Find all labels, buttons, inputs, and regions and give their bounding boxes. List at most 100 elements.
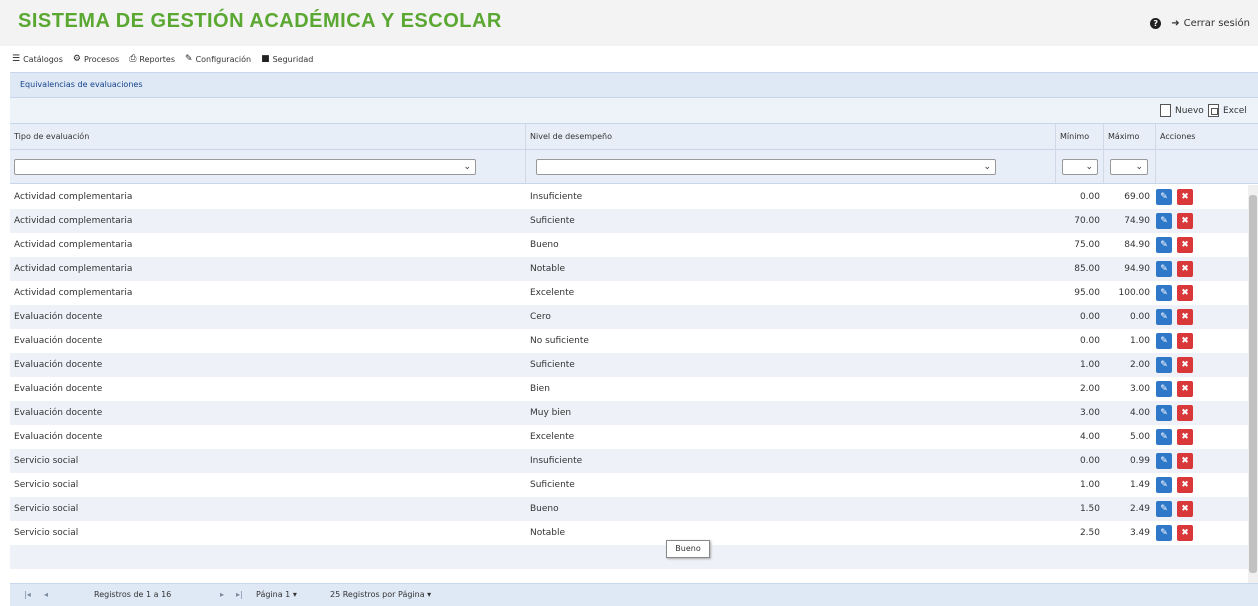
edit-button[interactable]: ✎ [1156,261,1172,277]
excel-button[interactable]: Excel [1208,104,1247,117]
table-row[interactable]: Servicio social Notable 2.50 3.49 ✎ ✖ [10,521,1248,545]
edit-button[interactable]: ✎ [1156,525,1172,541]
new-button[interactable]: Nuevo [1160,104,1204,117]
table-row[interactable]: Actividad complementaria Excelente 95.00… [10,281,1248,305]
table-row[interactable]: Evaluación docente Excelente 4.00 5.00 ✎… [10,425,1248,449]
table-row[interactable]: Servicio social Bueno 1.50 2.49 ✎ ✖ [10,497,1248,521]
menu-item-procesos[interactable]: ⚙ Procesos [73,52,119,66]
delete-button[interactable]: ✖ [1177,501,1193,517]
cell-min: 0.00 [1079,192,1100,202]
last-page-button[interactable]: ▸| [236,590,243,599]
table-row[interactable]: Actividad complementaria Bueno 75.00 84.… [10,233,1248,257]
cell-tipo: Servicio social [14,456,79,466]
table-row[interactable]: Evaluación docente Bien 2.00 3.00 ✎ ✖ [10,377,1248,401]
edit-button[interactable]: ✎ [1156,285,1172,301]
menu-label: Reportes [139,54,176,64]
table-row[interactable]: Evaluación docente Muy bien 3.00 4.00 ✎ … [10,401,1248,425]
edit-button[interactable]: ✎ [1156,213,1172,229]
page-selector[interactable]: Página 1 ▾ [256,590,297,599]
delete-button[interactable]: ✖ [1177,285,1193,301]
edit-button[interactable]: ✎ [1156,189,1172,205]
next-page-button[interactable]: ▸ [220,590,224,599]
table-row[interactable]: Evaluación docente Suficiente 1.00 2.00 … [10,353,1248,377]
filter-max-select[interactable]: ⌄ [1110,159,1148,175]
vertical-scrollbar[interactable] [1248,185,1258,583]
table-row[interactable]: Evaluación docente No suficiente 0.00 1.… [10,329,1248,353]
cell-tipo: Evaluación docente [14,312,103,322]
table-row-partial[interactable] [10,545,1248,569]
filter-min-select[interactable]: ⌄ [1062,159,1098,175]
scrollbar-thumb[interactable] [1249,195,1257,573]
column-header-tipo[interactable]: Tipo de evaluación [10,124,526,150]
delete-button[interactable]: ✖ [1177,405,1193,421]
column-header-min[interactable]: Mínimo [1056,124,1104,150]
delete-button[interactable]: ✖ [1177,213,1193,229]
filter-nivel-select[interactable]: ⌄ [536,159,996,175]
cell-max: 84.90 [1124,240,1150,250]
column-header-nivel[interactable]: Nivel de desempeño [526,124,1056,150]
cell-nivel: Notable [530,528,566,538]
edit-button[interactable]: ✎ [1156,429,1172,445]
table-row[interactable]: Actividad complementaria Insuficiente 0.… [10,185,1248,209]
cell-nivel: Suficiente [530,216,575,226]
edit-button[interactable]: ✎ [1156,477,1172,493]
prev-page-button[interactable]: ◂ [44,590,48,599]
cell-min: 3.00 [1079,408,1100,418]
delete-button[interactable]: ✖ [1177,333,1193,349]
table-row[interactable]: Servicio social Suficiente 1.00 1.49 ✎ ✖ [10,473,1248,497]
edit-button[interactable]: ✎ [1156,309,1172,325]
delete-button[interactable]: ✖ [1177,357,1193,373]
cell-max: 0.99 [1129,456,1150,466]
edit-button[interactable]: ✎ [1156,501,1172,517]
cell-tipo: Actividad complementaria [14,264,133,274]
delete-button[interactable]: ✖ [1177,525,1193,541]
cell-nivel: Cero [530,312,551,322]
delete-button[interactable]: ✖ [1177,429,1193,445]
header-actions: ? ➜ Cerrar sesión [1150,18,1250,29]
delete-button[interactable]: ✖ [1177,453,1193,469]
edit-button[interactable]: ✎ [1156,357,1172,373]
cell-tipo: Evaluación docente [14,336,103,346]
edit-button[interactable]: ✎ [1156,333,1172,349]
panel-title: Equivalencias de evaluaciones [20,80,143,89]
menu-item-seguridad[interactable]: ■ Seguridad [261,52,313,66]
delete-button[interactable]: ✖ [1177,261,1193,277]
logout-button[interactable]: ➜ Cerrar sesión [1171,18,1250,29]
edit-button[interactable]: ✎ [1156,405,1172,421]
cell-max: 0.00 [1129,312,1150,322]
cell-max: 2.49 [1129,504,1150,514]
menu-label: Configuración [195,54,252,64]
app-title: SISTEMA DE GESTIÓN ACADÉMICA Y ESCOLAR [18,10,502,32]
menu-item-catalogos[interactable]: ☰ Catálogos [12,52,63,66]
edit-button[interactable]: ✎ [1156,237,1172,253]
menu-item-configuracion[interactable]: ✎ Configuración [185,52,251,66]
list-icon: ☰ [12,54,21,64]
delete-button[interactable]: ✖ [1177,381,1193,397]
help-icon[interactable]: ? [1150,18,1162,29]
filter-tipo-select[interactable]: ⌄ [14,159,476,175]
table-row[interactable]: Evaluación docente Cero 0.00 0.00 ✎ ✖ [10,305,1248,329]
delete-button[interactable]: ✖ [1177,309,1193,325]
grid-toolbar: Nuevo Excel [10,98,1258,124]
first-page-button[interactable]: |◂ [24,590,31,599]
table-row[interactable]: Actividad complementaria Suficiente 70.0… [10,209,1248,233]
delete-button[interactable]: ✖ [1177,237,1193,253]
page-size-selector[interactable]: 25 Registros por Página ▾ [330,590,431,599]
cell-max: 3.00 [1129,384,1150,394]
new-document-icon [1160,104,1171,117]
delete-button[interactable]: ✖ [1177,477,1193,493]
column-header-max[interactable]: Máximo [1104,124,1156,150]
filter-cell-min: ⌄ [1056,150,1104,184]
delete-button[interactable]: ✖ [1177,189,1193,205]
chevron-down-icon: ⌄ [463,162,471,172]
cell-nivel: Muy bien [530,408,572,418]
menu-item-reportes[interactable]: ⎙ Reportes [129,52,175,66]
cell-max: 2.00 [1129,360,1150,370]
cell-min: 1.00 [1079,480,1100,490]
table-row[interactable]: Servicio social Insuficiente 0.00 0.99 ✎… [10,449,1248,473]
edit-button[interactable]: ✎ [1156,453,1172,469]
gear-icon: ⚙ [72,54,81,64]
table-row[interactable]: Actividad complementaria Notable 85.00 9… [10,257,1248,281]
edit-button[interactable]: ✎ [1156,381,1172,397]
cell-max: 100.00 [1118,288,1151,298]
